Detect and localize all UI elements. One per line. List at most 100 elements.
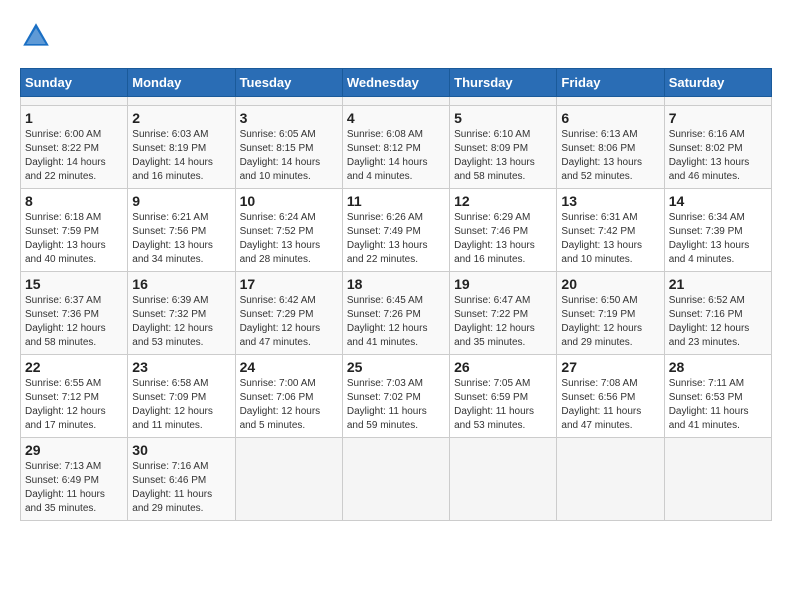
day-number: 24 [240,359,338,375]
calendar-week-row: 1 Sunrise: 6:00 AMSunset: 8:22 PMDaylight… [21,106,772,189]
day-number: 17 [240,276,338,292]
day-info: Sunrise: 7:16 AMSunset: 6:46 PMDaylight:… [132,460,230,516]
calendar-cell: 29Sunrise: 7:13 AMSunset: 6:49 PMDayligh… [21,438,128,521]
day-info: Sunrise: 7:11 AMSunset: 6:53 PMDaylight:… [669,377,767,433]
calendar-cell: 5 Sunrise: 6:10 AMSunset: 8:09 PMDaylight… [450,106,557,189]
calendar-cell: 17 Sunrise: 6:42 AMSunset: 7:29 PMDayligh… [235,272,342,355]
day-info: Sunrise: 7:00 AMSunset: 7:06 PMDaylight:… [240,377,338,433]
day-info: Sunrise: 6:47 AMSunset: 7:22 PMDaylight:… [454,294,552,350]
calendar-cell: 28 Sunrise: 7:11 AMSunset: 6:53 PMDayligh… [664,355,771,438]
calendar-cell: 13Sunrise: 6:31 AMSunset: 7:42 PMDayligh… [557,189,664,272]
day-header-thursday: Thursday [450,69,557,97]
day-number: 18 [347,276,445,292]
day-number: 1 [25,110,123,126]
day-info: Sunrise: 6:08 AMSunset: 8:12 PMDaylight:… [347,128,445,184]
day-header-monday: Monday [128,69,235,97]
day-info: Sunrise: 6:26 AMSunset: 7:49 PMDaylight:… [347,211,445,267]
day-number: 3 [240,110,338,126]
day-header-friday: Friday [557,69,664,97]
calendar-week-row: 22 Sunrise: 6:55 AMSunset: 7:12 PMDayligh… [21,355,772,438]
day-info: Sunrise: 6:24 AMSunset: 7:52 PMDaylight:… [240,211,338,267]
day-number: 13 [561,193,659,209]
calendar-cell: 12 Sunrise: 6:29 AMSunset: 7:46 PMDayligh… [450,189,557,272]
day-number: 2 [132,110,230,126]
day-info: Sunrise: 6:52 AMSunset: 7:16 PMDaylight:… [669,294,767,350]
day-info: Sunrise: 6:18 AMSunset: 7:59 PMDaylight:… [25,211,123,267]
day-info: Sunrise: 7:08 AMSunset: 6:56 PMDaylight:… [561,377,659,433]
day-number: 16 [132,276,230,292]
calendar-cell: 1 Sunrise: 6:00 AMSunset: 8:22 PMDaylight… [21,106,128,189]
calendar-cell [450,97,557,106]
day-number: 12 [454,193,552,209]
day-header-sunday: Sunday [21,69,128,97]
day-info: Sunrise: 7:03 AMSunset: 7:02 PMDaylight:… [347,377,445,433]
calendar-cell: 30 Sunrise: 7:16 AMSunset: 6:46 PMDayligh… [128,438,235,521]
calendar-table: SundayMondayTuesdayWednesdayThursdayFrid… [20,68,772,521]
day-info: Sunrise: 6:42 AMSunset: 7:29 PMDaylight:… [240,294,338,350]
calendar-cell: 25 Sunrise: 7:03 AMSunset: 7:02 PMDayligh… [342,355,449,438]
page-header [20,20,772,52]
calendar-cell [664,438,771,521]
logo [20,20,56,52]
day-info: Sunrise: 6:21 AMSunset: 7:56 PMDaylight:… [132,211,230,267]
day-info: Sunrise: 6:16 AMSunset: 8:02 PMDaylight:… [669,128,767,184]
day-info: Sunrise: 6:29 AMSunset: 7:46 PMDaylight:… [454,211,552,267]
calendar-cell: 16Sunrise: 6:39 AMSunset: 7:32 PMDayligh… [128,272,235,355]
day-info: Sunrise: 6:10 AMSunset: 8:09 PMDaylight:… [454,128,552,184]
calendar-cell: 22 Sunrise: 6:55 AMSunset: 7:12 PMDayligh… [21,355,128,438]
calendar-cell: 8 Sunrise: 6:18 AMSunset: 7:59 PMDaylight… [21,189,128,272]
day-info: Sunrise: 7:05 AMSunset: 6:59 PMDaylight:… [454,377,552,433]
day-number: 15 [25,276,123,292]
calendar-week-row: 8 Sunrise: 6:18 AMSunset: 7:59 PMDaylight… [21,189,772,272]
day-info: Sunrise: 6:45 AMSunset: 7:26 PMDaylight:… [347,294,445,350]
calendar-cell: 21Sunrise: 6:52 AMSunset: 7:16 PMDayligh… [664,272,771,355]
calendar-cell: 7 Sunrise: 6:16 AMSunset: 8:02 PMDaylight… [664,106,771,189]
day-number: 23 [132,359,230,375]
day-number: 19 [454,276,552,292]
calendar-cell [342,438,449,521]
day-number: 26 [454,359,552,375]
day-number: 9 [132,193,230,209]
calendar-cell: 15Sunrise: 6:37 AMSunset: 7:36 PMDayligh… [21,272,128,355]
day-header-wednesday: Wednesday [342,69,449,97]
day-number: 25 [347,359,445,375]
calendar-cell: 20 Sunrise: 6:50 AMSunset: 7:19 PMDayligh… [557,272,664,355]
calendar-cell [342,97,449,106]
calendar-cell: 18 Sunrise: 6:45 AMSunset: 7:26 PMDayligh… [342,272,449,355]
day-number: 8 [25,193,123,209]
calendar-cell: 3Sunrise: 6:05 AMSunset: 8:15 PMDaylight… [235,106,342,189]
calendar-cell: 10 Sunrise: 6:24 AMSunset: 7:52 PMDayligh… [235,189,342,272]
days-header-row: SundayMondayTuesdayWednesdayThursdayFrid… [21,69,772,97]
day-number: 5 [454,110,552,126]
calendar-cell: 27Sunrise: 7:08 AMSunset: 6:56 PMDayligh… [557,355,664,438]
day-info: Sunrise: 6:03 AMSunset: 8:19 PMDaylight:… [132,128,230,184]
calendar-cell: 26 Sunrise: 7:05 AMSunset: 6:59 PMDayligh… [450,355,557,438]
calendar-cell [128,97,235,106]
calendar-week-row: 15Sunrise: 6:37 AMSunset: 7:36 PMDayligh… [21,272,772,355]
day-number: 30 [132,442,230,458]
day-info: Sunrise: 6:50 AMSunset: 7:19 PMDaylight:… [561,294,659,350]
day-info: Sunrise: 6:58 AMSunset: 7:09 PMDaylight:… [132,377,230,433]
calendar-week-row [21,97,772,106]
day-number: 14 [669,193,767,209]
calendar-cell [664,97,771,106]
calendar-cell: 14 Sunrise: 6:34 AMSunset: 7:39 PMDayligh… [664,189,771,272]
calendar-cell [557,438,664,521]
day-header-saturday: Saturday [664,69,771,97]
calendar-cell: 23 Sunrise: 6:58 AMSunset: 7:09 PMDayligh… [128,355,235,438]
calendar-cell [450,438,557,521]
day-header-tuesday: Tuesday [235,69,342,97]
day-info: Sunrise: 6:00 AMSunset: 8:22 PMDaylight:… [25,128,123,184]
day-number: 22 [25,359,123,375]
day-number: 28 [669,359,767,375]
calendar-cell: 11Sunrise: 6:26 AMSunset: 7:49 PMDayligh… [342,189,449,272]
day-info: Sunrise: 6:55 AMSunset: 7:12 PMDaylight:… [25,377,123,433]
day-info: Sunrise: 6:34 AMSunset: 7:39 PMDaylight:… [669,211,767,267]
day-number: 10 [240,193,338,209]
calendar-cell [21,97,128,106]
calendar-cell [235,438,342,521]
day-number: 7 [669,110,767,126]
calendar-cell: 24 Sunrise: 7:00 AMSunset: 7:06 PMDayligh… [235,355,342,438]
calendar-week-row: 29Sunrise: 7:13 AMSunset: 6:49 PMDayligh… [21,438,772,521]
day-number: 20 [561,276,659,292]
